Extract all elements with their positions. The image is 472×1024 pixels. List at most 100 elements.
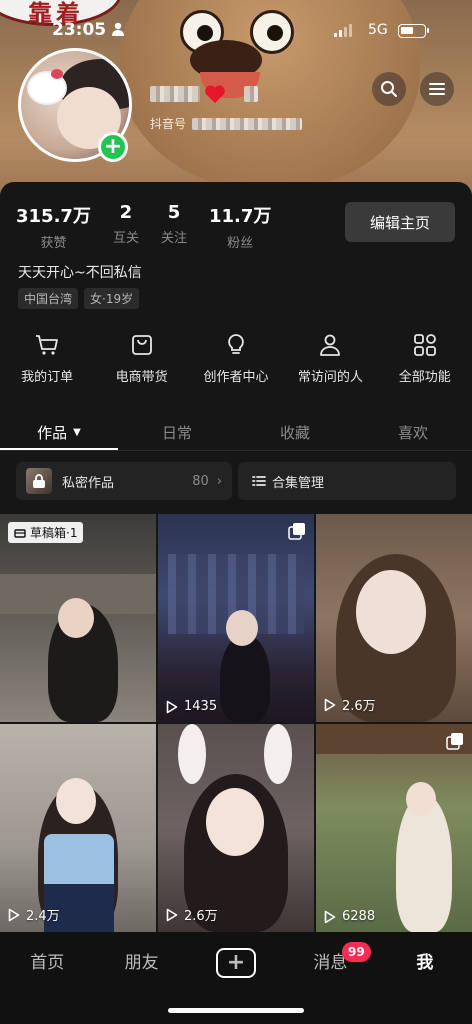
video-thumbnail[interactable]: 2.4万	[0, 724, 156, 932]
content-tabs: 作品 ▼ 日常 收藏 喜欢	[0, 412, 472, 452]
nav-home[interactable]: 首页	[0, 948, 94, 973]
private-works-button[interactable]: 私密作品 80 ›	[16, 462, 232, 500]
tab-label: 日常	[161, 423, 192, 442]
stat-value: 5	[167, 202, 181, 223]
stat-mutual[interactable]: 2 互关	[113, 202, 139, 251]
shortcut-creator-center[interactable]: 创作者中心	[189, 332, 283, 385]
works-chips: 私密作品 80 › 合集管理	[16, 462, 456, 500]
collection-manage-label: 合集管理	[272, 475, 325, 491]
shortcut-label: 电商带货	[115, 370, 168, 385]
lock-icon	[26, 468, 52, 494]
stat-label: 粉丝	[227, 236, 254, 251]
shortcut-frequent-visitors[interactable]: 常访问的人	[283, 332, 377, 385]
battery-icon	[398, 24, 429, 38]
nickname-blurred	[150, 86, 200, 102]
nav-me[interactable]: 我	[378, 948, 472, 973]
shortcut-all-functions[interactable]: 全部功能	[378, 332, 472, 385]
grid-icon	[413, 334, 436, 356]
menu-icon	[429, 83, 445, 95]
view-count: 1435	[166, 699, 217, 714]
view-count-value: 2.6万	[184, 909, 218, 924]
douyin-id[interactable]: 抖音号	[150, 115, 303, 132]
thumb-face	[56, 778, 96, 824]
heart-icon	[205, 85, 225, 104]
stat-likes[interactable]: 315.7万 获赞	[16, 202, 91, 251]
person-icon	[320, 334, 341, 356]
stats-row: 315.7万 获赞 2 互关 5 关注 11.7万 粉丝	[16, 202, 293, 251]
add-avatar-button[interactable]: +	[98, 132, 128, 162]
stat-label: 互关	[112, 231, 139, 246]
shortcut-ecommerce[interactable]: 电商带货	[95, 332, 189, 385]
signal-icon	[334, 24, 352, 37]
thumb-face	[406, 782, 436, 816]
shortcut-label: 常访问的人	[297, 370, 363, 385]
home-indicator	[168, 1008, 304, 1013]
view-count: 2.6万	[324, 695, 376, 714]
nickname	[150, 84, 258, 104]
drafts-box-icon	[14, 528, 26, 538]
gender-age-tag: 女·19岁	[84, 288, 140, 309]
lightbulb-icon	[228, 334, 244, 354]
tab-label: 作品	[37, 423, 68, 442]
view-count-value: 2.6万	[342, 699, 376, 714]
play-icon	[324, 698, 336, 711]
thumb-face	[226, 610, 258, 646]
shortcut-label: 我的订单	[21, 370, 74, 385]
messages-badge: 99	[342, 942, 371, 962]
status-time: 23:05	[52, 20, 107, 40]
video-thumbnail[interactable]: 1435	[158, 514, 314, 722]
edit-profile-button[interactable]: 编辑主页	[345, 202, 455, 242]
caret-down-icon: ▼	[73, 426, 81, 438]
nav-friends[interactable]: 朋友	[94, 948, 188, 973]
stat-followers[interactable]: 11.7万 粉丝	[209, 202, 271, 251]
view-count-value: 6288	[342, 909, 376, 924]
person-status-icon	[112, 22, 124, 36]
search-icon	[381, 81, 397, 97]
thumb-face	[356, 570, 426, 654]
view-count: 2.4万	[8, 905, 60, 924]
tab-favorites[interactable]: 收藏	[236, 412, 354, 452]
nickname-blurred-tail	[244, 86, 258, 102]
thumb-person	[220, 634, 270, 722]
menu-button[interactable]	[420, 72, 454, 106]
video-thumbnail[interactable]: 6288	[316, 724, 472, 932]
nav-create[interactable]: +	[189, 948, 283, 978]
video-thumbnail[interactable]: 2.6万	[158, 724, 314, 932]
video-thumbnail[interactable]: 草稿箱·1	[0, 514, 156, 722]
stat-value: 2	[119, 202, 133, 223]
chevron-right-icon: ›	[216, 473, 222, 489]
shortcut-label: 全部功能	[398, 370, 451, 385]
shortcut-orders[interactable]: 我的订单	[0, 332, 94, 385]
play-icon	[8, 908, 20, 921]
view-count-value: 2.4万	[26, 909, 60, 924]
stat-following[interactable]: 5 关注	[161, 202, 187, 251]
stat-label: 获赞	[40, 236, 67, 251]
tab-label: 收藏	[279, 423, 310, 442]
profile-tags: 中国台湾 女·19岁	[18, 288, 140, 309]
multi-photo-icon	[288, 523, 305, 540]
stat-label: 关注	[160, 231, 187, 246]
shopping-bag-icon	[131, 335, 152, 355]
bio-text: 天天开心~不回私信	[18, 265, 142, 281]
search-button[interactable]	[372, 72, 406, 106]
play-icon	[324, 910, 336, 923]
cover-eye-right	[250, 10, 294, 54]
view-count-value: 1435	[184, 699, 218, 714]
tab-likes[interactable]: 喜欢	[354, 412, 472, 452]
tab-works[interactable]: 作品 ▼	[0, 412, 118, 452]
private-works-label: 私密作品	[62, 475, 115, 491]
list-icon	[252, 476, 266, 486]
video-thumbnail[interactable]: 2.6万	[316, 514, 472, 722]
tab-daily[interactable]: 日常	[118, 412, 236, 452]
multi-photo-icon	[446, 733, 463, 750]
view-count: 6288	[324, 909, 375, 924]
network-type: 5G	[368, 22, 388, 38]
collection-manage-button[interactable]: 合集管理	[238, 462, 456, 500]
drafts-label: 草稿箱·1	[30, 526, 78, 540]
cart-icon	[36, 335, 59, 355]
drafts-badge[interactable]: 草稿箱·1	[8, 522, 84, 543]
location-tag: 中国台湾	[18, 288, 79, 309]
douyin-id-label: 抖音号	[150, 117, 187, 131]
tab-divider	[0, 450, 472, 451]
douyin-id-blurred	[192, 117, 303, 130]
